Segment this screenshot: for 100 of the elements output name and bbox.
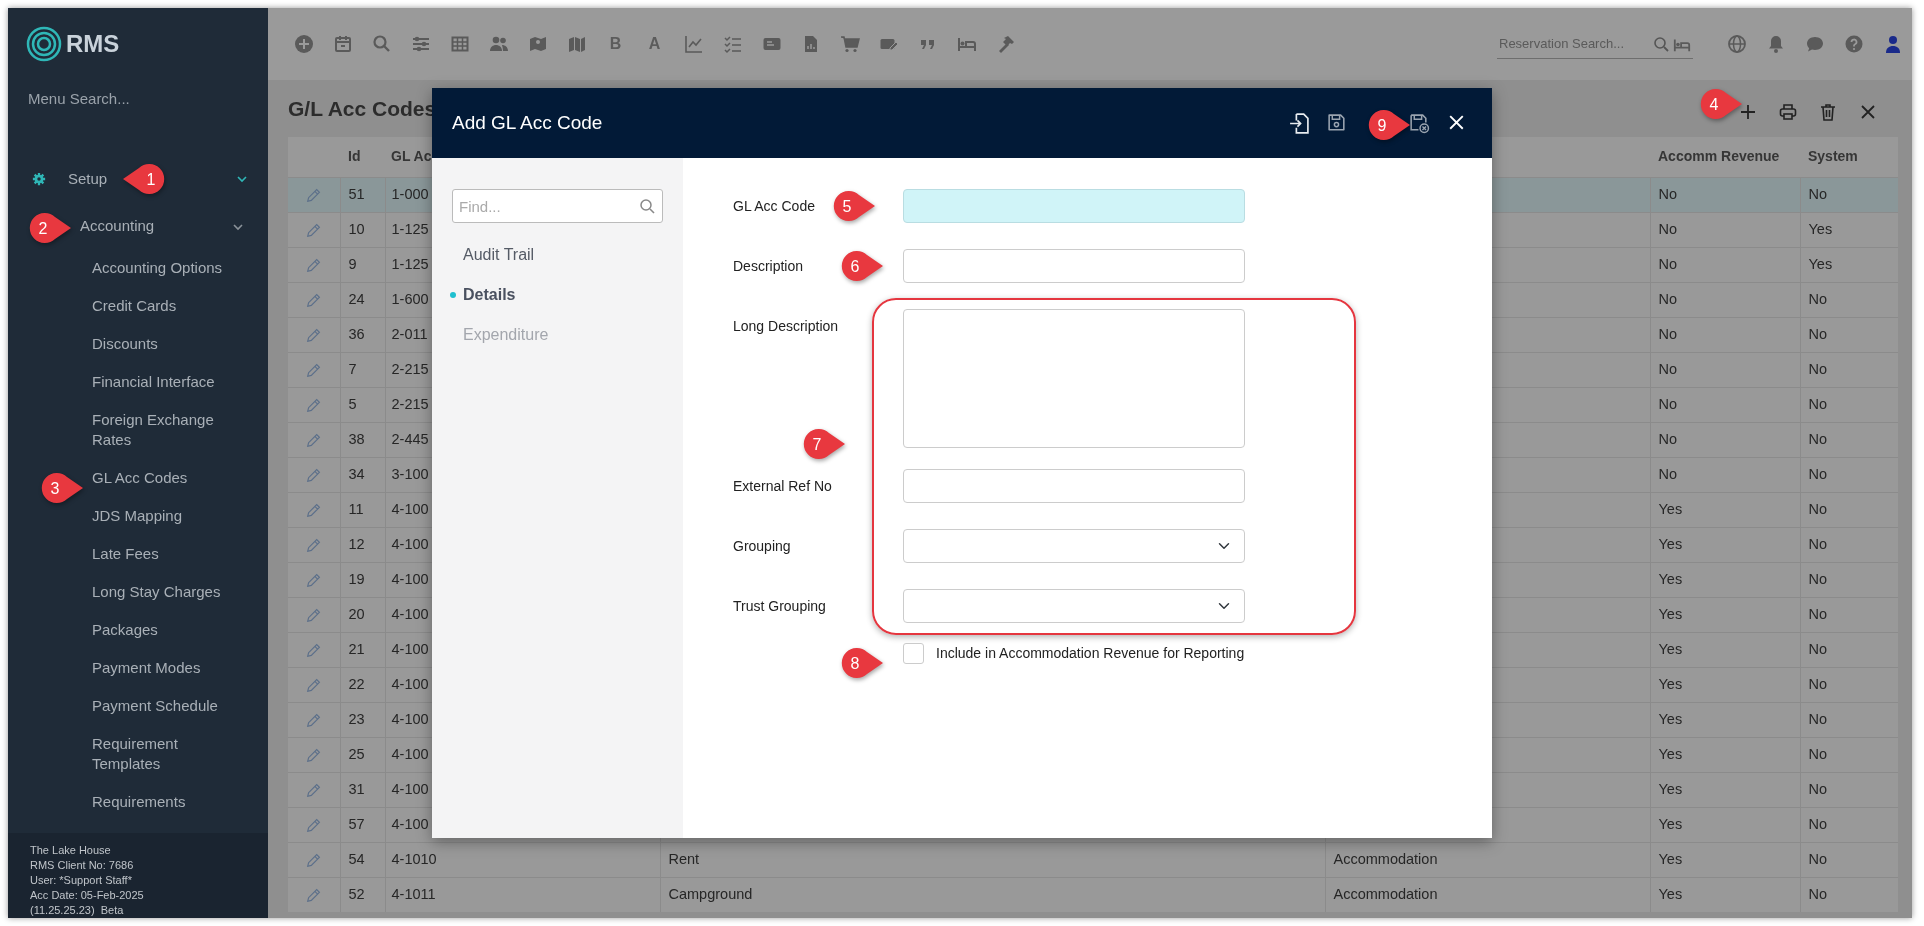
table-cell: 38 [348,430,365,447]
checklist-icon[interactable] [722,34,743,54]
help-icon[interactable] [1843,34,1864,54]
table-cell: Yes [1658,640,1683,657]
table-cell: No [1808,885,1828,902]
menu-item[interactable]: Packages [92,620,158,640]
table-cell: 34 [348,465,365,482]
search-icon[interactable] [371,34,392,54]
table-cell: 4-100 [391,570,429,587]
menu-item[interactable]: GL Acc Codes [92,468,188,488]
table-cell: 57 [348,815,365,832]
table-cell: No [1808,185,1828,202]
cart-icon[interactable] [839,34,860,54]
table-cell: No [1808,500,1828,517]
table-cell: Yes [1658,710,1683,727]
calendar-icon[interactable] [332,34,353,54]
menu-item[interactable]: Payment Schedule [92,696,218,716]
menu-item[interactable]: Foreign Exchange Rates [92,410,228,450]
table-cell: 4-100 [391,780,429,797]
footer-text: RMS Client No: 7686 [30,858,135,873]
column-header: GL Ac [391,148,432,165]
print-icon[interactable] [1778,102,1798,122]
menu-item[interactable]: Payment Modes [92,658,201,678]
import-icon[interactable] [1288,112,1310,134]
nav-item[interactable]: Audit Trail [452,235,663,275]
footer-text: User: *Support Staff* [30,873,133,888]
table-cell: Yes [1658,885,1683,902]
save-cancel-icon[interactable] [1408,112,1430,134]
table-cell: Yes [1658,745,1683,762]
reservation-search-field[interactable]: Reservation Search... [1497,29,1693,59]
table-cell: Yes [1808,255,1833,272]
table-cell: Yes [1808,220,1833,237]
grid-icon[interactable] [449,34,470,54]
add-icon[interactable] [1738,102,1758,122]
globe-icon[interactable] [1726,34,1747,54]
table-cell: No [1658,325,1678,342]
trash-icon[interactable] [1818,102,1838,122]
nav-item[interactable]: Details [452,275,663,315]
table-cell: No [1808,745,1828,762]
input-field[interactable] [903,469,1245,503]
table-cell: No [1808,290,1828,307]
table-cell: 23 [348,710,365,727]
table-cell: Yes [1658,815,1683,832]
table-cell: 11 [348,500,364,517]
footer-text: The Lake House [30,843,112,858]
search-icon [1653,36,1669,52]
menu-item[interactable]: Financial Interface [92,372,215,392]
table-cell: No [1808,605,1828,622]
table-cell: Yes [1658,850,1683,867]
dropdown[interactable] [903,529,1245,563]
table-cell: 1-125 [391,255,429,272]
table-cell: No [1808,395,1828,412]
field-label: GL Acc Code [733,197,815,216]
table-cell: Yes [1658,570,1683,587]
table-cell: 7 [348,360,357,377]
chat-icon[interactable] [1804,34,1825,54]
table-cell: 2-445 [391,430,429,447]
checkbox[interactable] [903,643,924,664]
table-cell: 10 [348,220,365,237]
menu-search-field[interactable]: Menu Search... [26,80,246,116]
find-field[interactable]: Find... [452,189,663,223]
menu-item[interactable]: Requirements [92,792,186,812]
chart-icon[interactable] [683,34,704,54]
menu-item[interactable]: Accounting [80,215,155,238]
table-cell: 20 [348,605,365,622]
input-field[interactable] [903,189,1245,223]
table-cell: 4-100 [391,605,429,622]
save-icon[interactable] [1326,112,1348,134]
pencil-icon[interactable] [304,886,323,905]
table-cell: No [1808,815,1828,832]
logo-text: RMS [66,29,120,59]
table-cell: 4-100 [391,710,429,727]
table-cell: 2-011 [391,325,428,342]
table-cell: 9 [348,255,357,272]
map-pin-icon[interactable] [527,34,548,54]
menu-item[interactable]: Setup [68,167,108,191]
menu-item[interactable]: Requirement Templates [92,734,228,774]
menu-item[interactable]: JDS Mapping [92,506,183,526]
footer-text: (11.25.25.23) Beta [30,903,125,918]
menu-item[interactable]: Long Stay Charges [92,582,221,602]
column-header: System [1808,148,1858,165]
menu-item[interactable]: Accounting Options [92,258,223,278]
menu-item[interactable]: Credit Cards [92,296,177,316]
table-cell: 51 [348,185,365,202]
table-cell: Yes [1658,780,1683,797]
table-cell: 24 [348,290,365,307]
menu-item[interactable]: Discounts [92,334,158,354]
dropdown[interactable] [903,589,1245,623]
table-cell: No [1808,430,1828,447]
table-cell: Yes [1658,605,1683,622]
plus-circle-icon[interactable] [293,34,314,54]
table-cell: No [1658,465,1678,482]
map-icon[interactable] [566,34,587,54]
people-icon[interactable] [488,34,509,54]
table-cell: 36 [348,325,365,342]
field-label: Grouping [733,537,791,556]
table-cell: No [1808,360,1828,377]
sliders-icon[interactable] [410,34,431,54]
menu-item[interactable]: Late Fees [92,544,159,564]
input-field[interactable] [903,249,1245,283]
